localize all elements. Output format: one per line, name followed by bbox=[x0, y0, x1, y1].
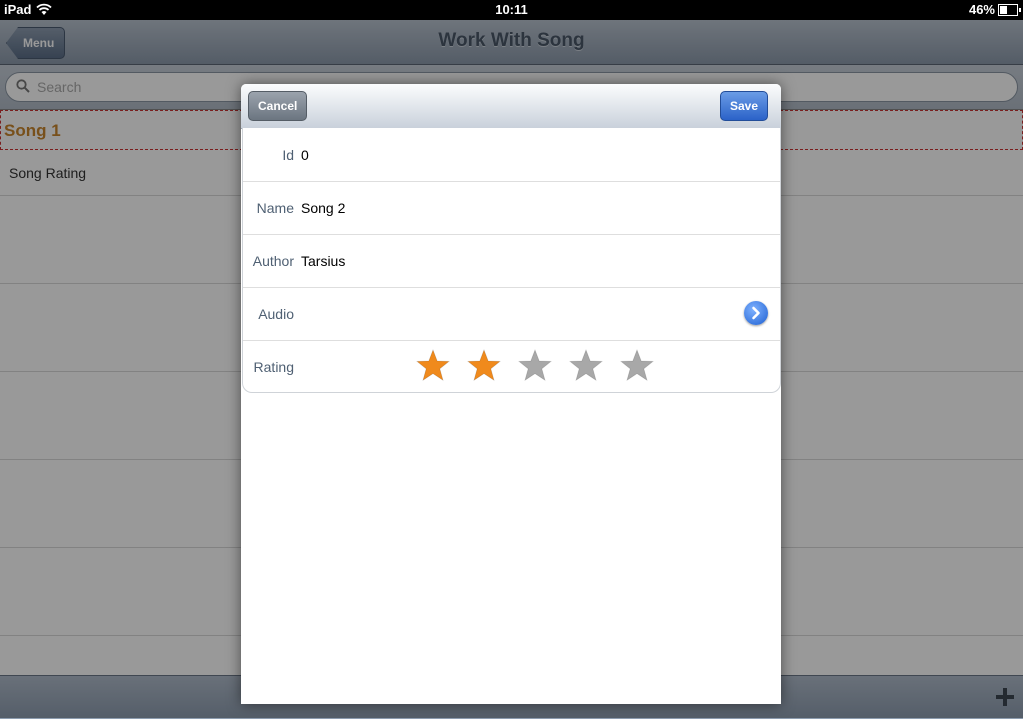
song-form: Id 0 Name Song 2 Author Tarsius Audio Ra… bbox=[242, 128, 781, 393]
disclosure-icon[interactable] bbox=[744, 301, 768, 325]
audio-label: Audio bbox=[258, 306, 294, 322]
id-row: Id 0 bbox=[243, 128, 780, 182]
clock: 10:11 bbox=[495, 2, 528, 17]
star-icon[interactable] bbox=[415, 348, 451, 384]
rating-label: Rating bbox=[253, 359, 294, 375]
modal-header: Cancel Save bbox=[241, 84, 781, 129]
name-field[interactable]: Song 2 bbox=[301, 200, 345, 216]
star-icon[interactable] bbox=[517, 348, 553, 384]
edit-song-modal: Cancel Save Id 0 Name Song 2 Author Tars… bbox=[241, 84, 781, 704]
audio-row[interactable]: Audio bbox=[243, 287, 780, 341]
battery-percent: 46% bbox=[968, 2, 995, 17]
author-row[interactable]: Author Tarsius bbox=[243, 234, 780, 288]
author-field[interactable]: Tarsius bbox=[301, 253, 345, 269]
star-icon[interactable] bbox=[466, 348, 502, 384]
star-icon[interactable] bbox=[619, 348, 655, 384]
rating-row: Rating bbox=[243, 340, 780, 393]
name-row[interactable]: Name Song 2 bbox=[243, 181, 780, 235]
status-bar: iPad 10:11 46% bbox=[0, 0, 1023, 20]
cancel-button[interactable]: Cancel bbox=[248, 91, 308, 121]
star-icon[interactable] bbox=[568, 348, 604, 384]
id-value: 0 bbox=[301, 147, 309, 163]
save-button[interactable]: Save bbox=[719, 91, 768, 121]
author-label: Author bbox=[252, 253, 294, 269]
id-label: Id bbox=[282, 147, 294, 163]
name-label: Name bbox=[256, 200, 294, 216]
battery-icon bbox=[998, 4, 1021, 16]
